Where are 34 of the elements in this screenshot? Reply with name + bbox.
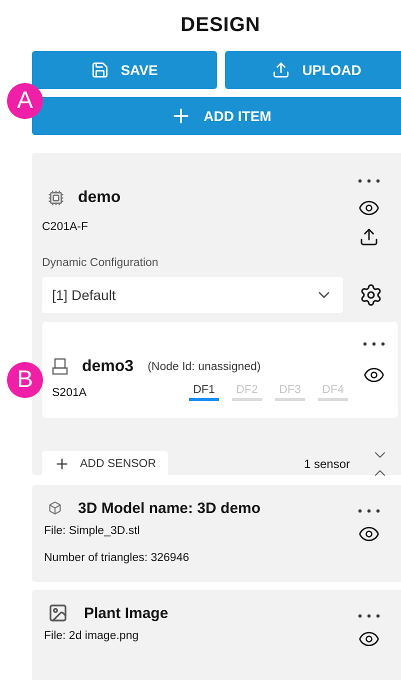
callout-marker: B [7,362,43,398]
node-name: demo3 [82,358,134,376]
settings-icon[interactable] [359,283,383,307]
node-id: (Node Id: unassigned) [148,361,261,373]
upload-icon [272,61,290,79]
df-tab[interactable]: DF1 [189,384,219,401]
upload-icon[interactable] [359,227,379,247]
item-detail: File: Simple_3D.stl [44,524,141,539]
more-icon[interactable] [358,614,380,618]
save-icon [90,61,109,79]
more-icon[interactable] [358,179,380,183]
save-button[interactable]: SAVE [32,51,216,89]
sensor-count: 1 sensor [304,457,350,471]
model-code: C201A-F [42,220,90,235]
callout-marker: A [7,83,43,119]
cube-icon [48,501,62,515]
device-icon [52,358,68,376]
item-title: 3D Model name: 3D demo [78,500,261,516]
add-sensor-button[interactable]: ADD SENSOR [42,450,168,478]
model-code: S201A [52,386,87,400]
device-name: demo [78,189,121,207]
upload-button[interactable]: UPLOAD [224,51,401,89]
config-label: Dynamic Configuration [42,256,160,271]
add-item-button[interactable]: ADD ITEM [32,97,401,135]
more-icon[interactable] [358,509,380,513]
item-detail: Number of triangles: 326946 [44,551,190,566]
plus-icon [54,456,70,472]
item-detail: File: 2d image.png [44,629,140,644]
chip-icon [48,190,64,206]
item-title: Plant Image [84,604,168,622]
image-icon [48,603,68,623]
page-title: DESIGN [180,13,262,38]
config-select[interactable]: [1] Default [42,277,343,313]
more-icon[interactable] [363,342,385,346]
